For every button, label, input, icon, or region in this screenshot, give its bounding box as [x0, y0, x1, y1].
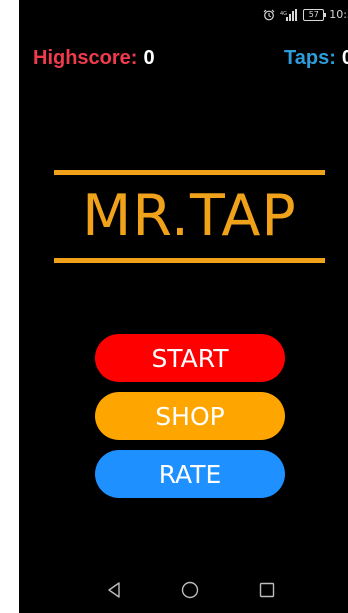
highscore-label: Highscore: [33, 47, 138, 69]
signal-label: 4G [280, 11, 287, 17]
signal-icon: 4G [280, 8, 298, 21]
logo-bottom-rule [54, 258, 325, 263]
score-row: Highscore: 0 Taps: 0 [19, 47, 348, 73]
logo-top-rule [54, 170, 325, 175]
app-screen: 4G 57 10:3 Highscore:0 Taps:0 MR.TAP STA… [19, 0, 348, 613]
status-icons: 4G 57 10:3 [263, 8, 348, 21]
status-bar: 4G 57 10:3 [19, 0, 348, 30]
highscore-value: 0 [143, 47, 155, 69]
taps-display: Taps: 0 [284, 47, 348, 70]
alarm-icon [263, 9, 275, 21]
status-clock: 10:3 [329, 8, 348, 21]
logo-title: MR.TAP [82, 183, 297, 249]
taps-value: 0 [341, 47, 348, 69]
start-button[interactable]: START [95, 334, 285, 382]
home-icon[interactable] [177, 577, 203, 603]
game-logo: MR.TAP [54, 170, 325, 263]
highscore-display: Highscore: 0 [33, 47, 155, 70]
recent-apps-icon[interactable] [254, 577, 280, 603]
rate-button[interactable]: RATE [95, 450, 285, 498]
navigation-bar [19, 567, 348, 613]
back-icon[interactable] [101, 577, 127, 603]
shop-button[interactable]: SHOP [95, 392, 285, 440]
battery-indicator: 57 [303, 8, 327, 21]
taps-label: Taps: [284, 47, 336, 69]
